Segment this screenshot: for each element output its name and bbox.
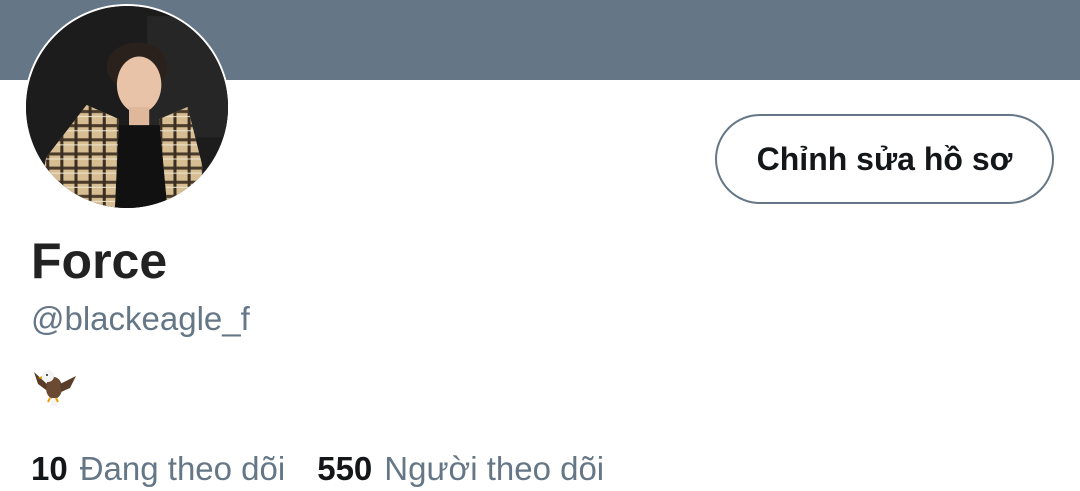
edit-profile-label: Chỉnh sửa hồ sơ <box>756 140 1013 177</box>
avatar-photo <box>26 6 228 208</box>
following-label: Đang theo dõi <box>79 450 286 487</box>
profile-stats: 10 Đang theo dõi 550 Người theo dõi <box>31 452 604 485</box>
following-count: 10 <box>31 450 68 487</box>
eagle-icon <box>32 362 78 408</box>
profile-page: Chỉnh sửa hồ sơ Force @blackeagle_f 10 Đ… <box>0 0 1080 491</box>
user-handle: @blackeagle_f <box>31 300 250 337</box>
edit-profile-button[interactable]: Chỉnh sửa hồ sơ <box>715 114 1054 204</box>
followers-stat[interactable]: 550 Người theo dõi <box>317 452 604 485</box>
display-name: Force <box>31 233 168 289</box>
profile-avatar[interactable] <box>24 4 230 210</box>
followers-label: Người theo dõi <box>384 450 605 487</box>
followers-count: 550 <box>317 450 373 487</box>
following-stat[interactable]: 10 Đang theo dõi <box>31 452 285 485</box>
